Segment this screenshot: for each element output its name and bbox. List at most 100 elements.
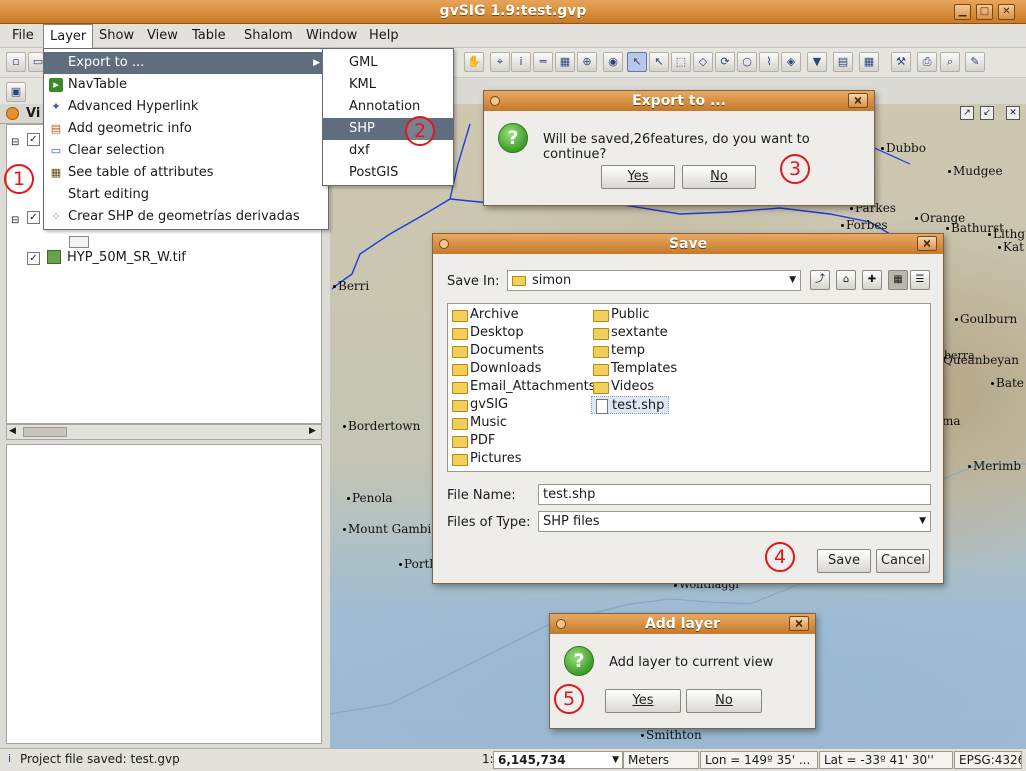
scroll-right-icon[interactable]: ▶ [309, 426, 316, 436]
close-icon[interactable]: ✕ [789, 616, 809, 631]
tools-icon[interactable]: ⚒ [891, 52, 911, 72]
internal-frame-maximize-icon[interactable]: ↗ [960, 106, 974, 120]
select-polyline-icon[interactable]: ⌇ [759, 52, 779, 72]
folder-item[interactable]: Desktop [450, 324, 524, 342]
export-kml[interactable]: KML [323, 74, 453, 96]
folder-item[interactable]: Documents [450, 342, 544, 360]
folder-item[interactable]: Archive [450, 306, 519, 324]
file-item-selected[interactable]: test.shp [591, 396, 670, 414]
file-name-input[interactable]: test.shp [538, 484, 931, 505]
folder-item[interactable]: gvSIG [450, 396, 508, 414]
pan-hand-icon[interactable]: ✋ [464, 52, 484, 72]
save-in-select[interactable]: simon ▼ [507, 270, 801, 291]
table-tool-icon[interactable]: ▤ [833, 52, 853, 72]
no-button[interactable]: No [686, 689, 762, 713]
export-gml[interactable]: GML [323, 52, 453, 74]
search-doc-icon[interactable]: ⌕ [940, 52, 960, 72]
dialog-title-bar[interactable]: Add layer ✕ [550, 614, 815, 634]
expand-toggle-icon[interactable]: ⊟ [11, 137, 19, 148]
information-icon[interactable]: i [511, 52, 531, 72]
internal-frame-close-icon[interactable]: ✕ [1006, 106, 1020, 120]
dialog-title-bar[interactable]: Export to ... ✕ [484, 91, 874, 111]
menu-file[interactable]: File [6, 24, 40, 48]
folder-item[interactable]: Email_Attachments [450, 378, 596, 396]
files-of-type-select[interactable]: SHP files ▼ [538, 511, 931, 532]
layer-name[interactable]: HYP_50M_SR_W.tif [67, 250, 186, 265]
folder-item[interactable]: Pictures [450, 450, 521, 468]
grid-tool-icon[interactable]: ▦ [859, 52, 879, 72]
menu-table[interactable]: Table [186, 24, 232, 48]
chevron-down-icon[interactable]: ▼ [612, 752, 619, 768]
menu-item-see-table[interactable]: ▦ See table of attributes [44, 162, 328, 184]
menu-item-add-geometric-info[interactable]: ▤ Add geometric info [44, 118, 328, 140]
window-menu-icon[interactable] [556, 619, 566, 629]
home-icon[interactable]: ⌂ [836, 270, 856, 290]
layer-checkbox[interactable]: ✓ [27, 211, 40, 224]
print-preview-icon[interactable]: ⎙ [917, 52, 937, 72]
select-polygon-icon[interactable]: ◇ [693, 52, 713, 72]
menu-item-export-to[interactable]: Export to ... ▶ [44, 52, 328, 74]
zoom-layer-icon[interactable]: ⊕ [577, 52, 597, 72]
folder-item[interactable]: Music [450, 414, 507, 432]
chevron-down-icon[interactable]: ▼ [919, 512, 926, 531]
close-icon[interactable]: ✕ [917, 236, 937, 251]
locate-icon[interactable]: ◉ [603, 52, 623, 72]
scale-input[interactable]: 6,145,734 ▼ [493, 751, 623, 769]
folder-item[interactable]: Public [591, 306, 649, 324]
yes-button[interactable]: Yes [601, 165, 675, 189]
menu-item-clear-selection[interactable]: ▭ Clear selection [44, 140, 328, 162]
chevron-down-icon[interactable]: ▼ [789, 271, 796, 290]
export-postgis[interactable]: PostGIS [323, 162, 453, 184]
folder-item[interactable]: PDF [450, 432, 495, 450]
select-all-icon[interactable]: ◈ [781, 52, 801, 72]
yes-button[interactable]: Yes [605, 689, 681, 713]
internal-frame-restore-icon[interactable]: ↙ [980, 106, 994, 120]
menu-window[interactable]: Window [300, 24, 363, 48]
new-folder-icon[interactable]: ✚ [862, 270, 882, 290]
close-button[interactable]: ✕ [998, 4, 1015, 20]
measure-area-icon[interactable]: ▦ [555, 52, 575, 72]
filter-icon[interactable]: ▼ [807, 52, 827, 72]
menu-show[interactable]: Show [93, 24, 140, 48]
cancel-button[interactable]: Cancel [876, 549, 930, 573]
edit-doc-icon[interactable]: ✎ [965, 52, 985, 72]
menu-help[interactable]: Help [363, 24, 405, 48]
save-button[interactable]: Save [817, 549, 871, 573]
menu-item-advanced-hyperlink[interactable]: ✦ Advanced Hyperlink [44, 96, 328, 118]
menu-item-navtable[interactable]: ▸ NavTable [44, 74, 328, 96]
info-tool-icon[interactable]: ⌖ [490, 52, 510, 72]
up-folder-icon[interactable]: ⤴ [810, 270, 830, 290]
select-rectangle-icon[interactable]: ⬚ [671, 52, 691, 72]
folder-item[interactable]: sextante [591, 324, 668, 342]
window-menu-icon[interactable] [490, 96, 500, 106]
new-file-icon[interactable]: ▫ [6, 52, 26, 72]
minimize-button[interactable]: ▁ [954, 4, 971, 20]
folder-item[interactable]: Templates [591, 360, 677, 378]
layer-checkbox[interactable]: ✓ [27, 133, 40, 146]
export-annotation[interactable]: Annotation [323, 96, 453, 118]
scroll-thumb[interactable] [23, 427, 67, 437]
window-menu-icon[interactable] [439, 239, 449, 249]
map-frame-icon[interactable]: ▣ [6, 82, 26, 102]
scroll-left-icon[interactable]: ◀ [9, 426, 16, 436]
menu-item-start-editing[interactable]: Start editing [44, 184, 328, 206]
menu-shalom[interactable]: Shalom [238, 24, 299, 48]
select-by-layer-icon[interactable]: ⟳ [715, 52, 735, 72]
select-point-icon[interactable]: ↖ [649, 52, 669, 72]
folder-item[interactable]: Downloads [450, 360, 541, 378]
expand-toggle-icon[interactable]: ⊟ [11, 215, 19, 226]
dialog-title-bar[interactable]: Save ✕ [433, 234, 943, 254]
menu-view[interactable]: View [141, 24, 184, 48]
details-view-icon[interactable]: ☰ [910, 270, 930, 290]
layer-checkbox-hyp[interactable]: ✓ [27, 252, 40, 265]
no-button[interactable]: No [682, 165, 756, 189]
toc-horizontal-scrollbar[interactable]: ◀ ▶ [6, 424, 322, 440]
select-circle-icon[interactable]: ○ [737, 52, 757, 72]
folder-item[interactable]: Videos [591, 378, 654, 396]
window-title-bar[interactable]: gvSIG 1.9:test.gvp ▁ □ ✕ [0, 0, 1026, 24]
folder-item[interactable]: temp [591, 342, 645, 360]
menu-layer[interactable]: Layer [43, 24, 94, 48]
select-pointer-icon[interactable]: ↖ [627, 52, 647, 72]
maximize-button[interactable]: □ [976, 4, 993, 20]
export-dxf[interactable]: dxf [323, 140, 453, 162]
